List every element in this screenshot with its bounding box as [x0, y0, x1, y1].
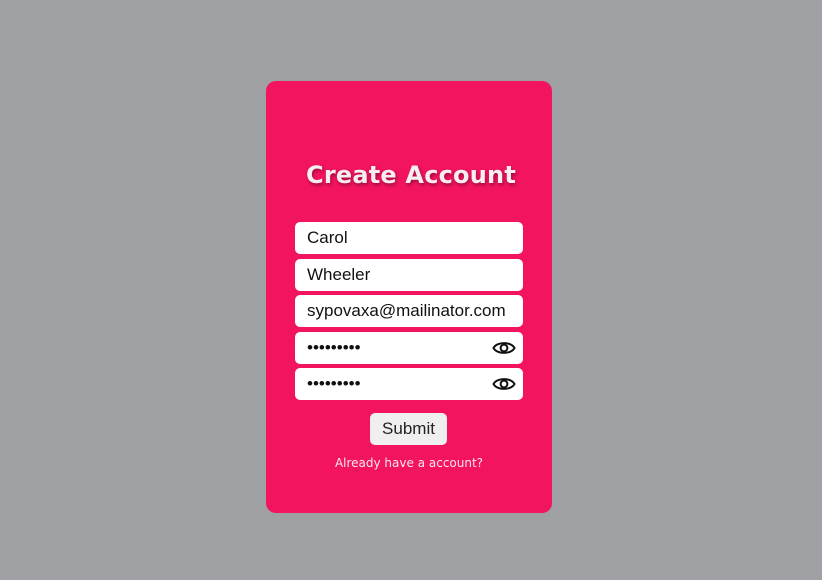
page-title-text: Create Account: [306, 161, 516, 189]
confirm-password-input[interactable]: [295, 368, 523, 400]
first-name-input[interactable]: [295, 222, 523, 254]
last-name-field: [295, 259, 523, 291]
submit-button[interactable]: Submit: [370, 413, 447, 445]
login-link[interactable]: Already have a account?: [266, 456, 552, 470]
confirm-password-field: [295, 368, 523, 400]
last-name-input[interactable]: [295, 259, 523, 291]
password-field: [295, 332, 523, 364]
email-field: [295, 295, 523, 327]
first-name-field: [295, 222, 523, 254]
email-input[interactable]: [295, 295, 523, 327]
page-title: Create Account: [0, 154, 822, 191]
eye-icon[interactable]: [492, 373, 516, 395]
eye-icon[interactable]: [492, 337, 516, 359]
password-input[interactable]: [295, 332, 523, 364]
